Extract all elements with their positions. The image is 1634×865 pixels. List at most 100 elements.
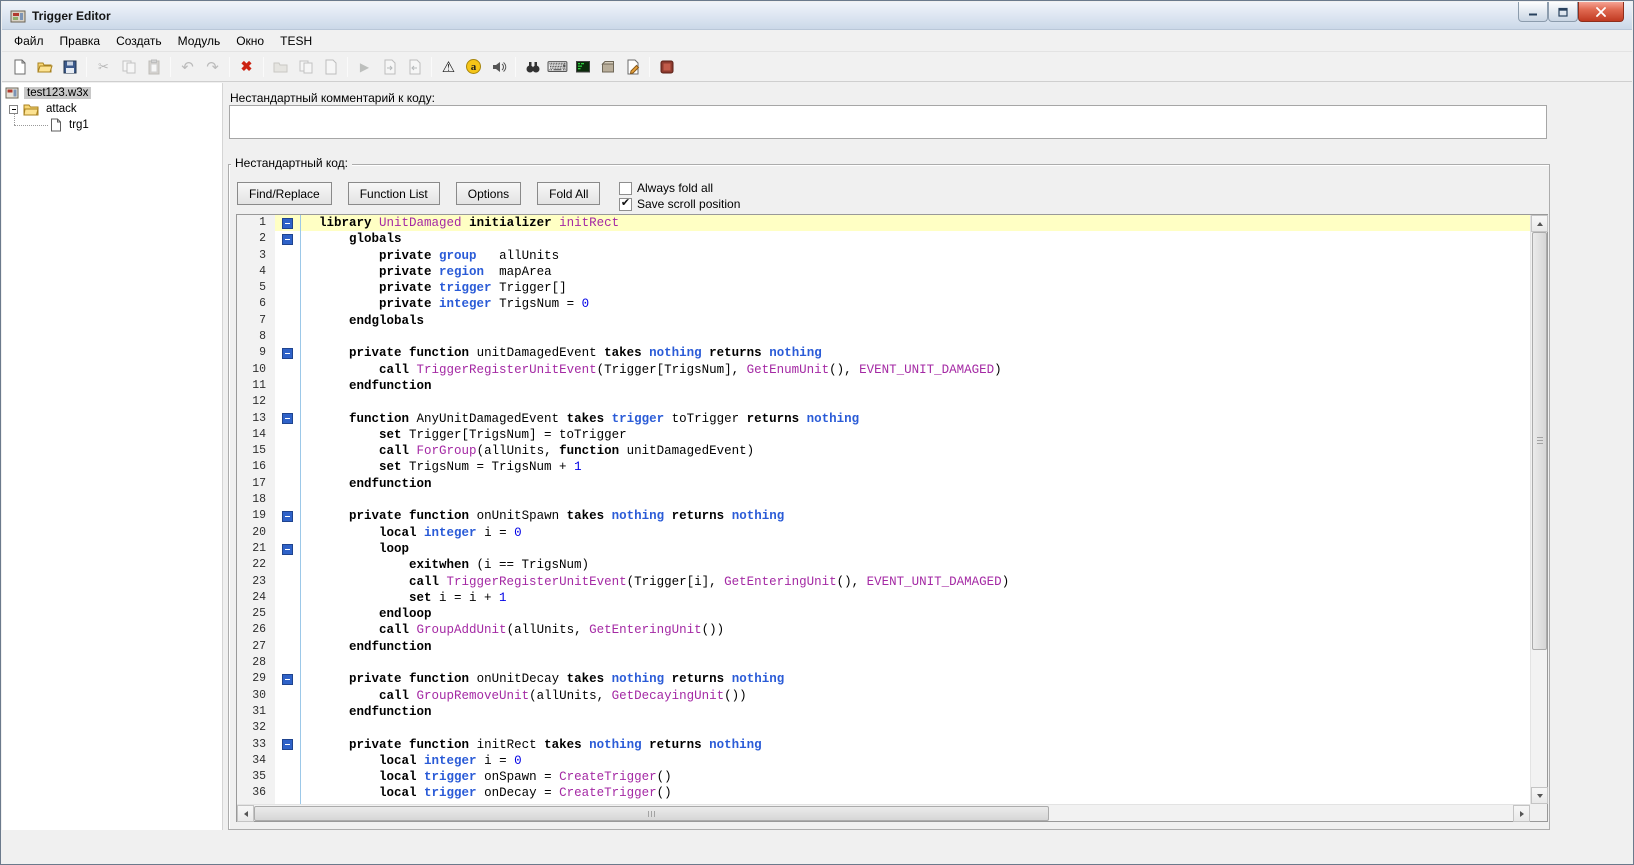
code-line[interactable]: 10 call TriggerRegisterUnitEvent(Trigger… [237,362,1530,378]
fold-collapse-icon[interactable] [282,674,293,685]
cut-button[interactable]: ✂ [91,54,116,79]
tree-item-test123[interactable]: test123.w3x [2,85,222,101]
code-viewport[interactable]: 1library UnitDamaged initializer initRec… [237,215,1530,804]
menu-create[interactable]: Создать [108,30,170,51]
checked-checkbox-icon[interactable]: ✔ [619,198,632,211]
code-line[interactable]: 22 exitwhen (i == TrigsNum) [237,557,1530,573]
menu-window[interactable]: Окно [228,30,272,51]
code-line[interactable]: 18 [237,492,1530,508]
package-tool-button[interactable] [595,54,620,79]
code-line[interactable]: 16 set TrigsNum = TrigsNum + 1 [237,459,1530,475]
code-line[interactable]: 29 private function onUnitDecay takes no… [237,671,1530,687]
code-line[interactable]: 1library UnitDamaged initializer initRec… [237,215,1530,231]
maximize-button[interactable] [1548,2,1578,22]
code-line[interactable]: 25 endloop [237,606,1530,622]
fold-collapse-icon[interactable] [282,218,293,229]
code-line[interactable]: 36 local trigger onDecay = CreateTrigger… [237,785,1530,801]
code-line[interactable]: 28 [237,655,1530,671]
autocomplete-button[interactable]: a [461,54,486,79]
save-scroll-position-checkbox[interactable]: ✔Save scroll position [619,196,740,212]
code-line[interactable]: 9 private function unitDamagedEvent take… [237,345,1530,361]
undo-button[interactable]: ↶ [175,54,200,79]
code-line[interactable]: 20 local integer i = 0 [237,525,1530,541]
hotkeys-button[interactable]: ⌨ [545,54,570,79]
code-line[interactable]: 11 endfunction [237,378,1530,394]
export-script-button[interactable] [377,54,402,79]
code-line[interactable]: 5 private trigger Trigger[] [237,280,1530,296]
code-line[interactable]: 17 endfunction [237,476,1530,492]
code-line[interactable]: 6 private integer TrigsNum = 0 [237,296,1530,312]
code-line[interactable]: 34 local integer i = 0 [237,753,1530,769]
code-line[interactable]: 12 [237,394,1530,410]
close-button[interactable] [1578,2,1624,22]
code-line[interactable]: 31 endfunction [237,704,1530,720]
code-line[interactable]: 23 call TriggerRegisterUnitEvent(Trigger… [237,574,1530,590]
new-trigger-button[interactable] [293,54,318,79]
code-line[interactable]: 30 call GroupRemoveUnit(allUnits, GetDec… [237,688,1530,704]
options-button[interactable]: Options [456,182,521,205]
scroll-up-button[interactable] [1531,215,1548,232]
line-number: 4 [237,264,275,280]
scroll-right-button[interactable] [1513,805,1530,822]
code-line[interactable]: 33 private function initRect takes nothi… [237,737,1530,753]
menu-file[interactable]: Файл [6,30,52,51]
code-line[interactable]: 3 private group allUnits [237,248,1530,264]
tree-item-attack[interactable]: attack [2,101,222,117]
fold-collapse-icon[interactable] [282,544,293,555]
fold-collapse-icon[interactable] [282,511,293,522]
new-category-button[interactable] [268,54,293,79]
code-editor[interactable]: 1library UnitDamaged initializer initRec… [236,214,1548,822]
delete-button[interactable]: ✖ [234,54,259,79]
fold-collapse-icon[interactable] [282,413,293,424]
syntax-check-button[interactable]: ⚠ [436,54,461,79]
code-line[interactable]: 24 set i = i + 1 [237,590,1530,606]
import-script-button[interactable] [402,54,427,79]
edit-page-button[interactable] [620,54,645,79]
minimize-button[interactable] [1518,2,1548,22]
fold-all-button[interactable]: Fold All [537,182,600,205]
code-line[interactable]: 14 set Trigger[TrigsNum] = toTrigger [237,427,1530,443]
horizontal-scroll-thumb[interactable] [254,806,1049,821]
fold-collapse-icon[interactable] [282,234,293,245]
vertical-scroll-thumb[interactable] [1532,232,1547,650]
find-tool-button[interactable] [520,54,545,79]
scroll-down-button[interactable] [1531,787,1548,804]
code-line[interactable]: 19 private function onUnitSpawn takes no… [237,508,1530,524]
vertical-scrollbar[interactable] [1530,215,1547,804]
paste-button[interactable] [141,54,166,79]
script-viewer-button[interactable] [570,54,595,79]
find-replace-button[interactable]: Find/Replace [237,182,332,205]
run-script-button[interactable]: ▶ [352,54,377,79]
menu-tesh[interactable]: TESH [272,30,320,51]
unchecked-checkbox-icon[interactable] [619,182,632,195]
new-comment-button[interactable] [318,54,343,79]
code-line[interactable]: 7 endglobals [237,313,1530,329]
code-line[interactable]: 32 [237,720,1530,736]
collapse-expander-icon[interactable] [9,105,18,114]
code-line[interactable]: 13 function AnyUnitDamagedEvent takes tr… [237,411,1530,427]
code-line[interactable]: 4 private region mapArea [237,264,1530,280]
redo-button[interactable]: ↷ [200,54,225,79]
open-file-button[interactable] [32,54,57,79]
code-line[interactable]: 21 loop [237,541,1530,557]
copy-button[interactable] [116,54,141,79]
menu-edit[interactable]: Правка [52,30,109,51]
fold-collapse-icon[interactable] [282,739,293,750]
code-line[interactable]: 35 local trigger onSpawn = CreateTrigger… [237,769,1530,785]
code-line[interactable]: 26 call GroupAddUnit(allUnits, GetEnteri… [237,622,1530,638]
always-fold-all-checkbox[interactable]: Always fold all [619,180,740,196]
fold-collapse-icon[interactable] [282,348,293,359]
horizontal-scrollbar[interactable] [237,804,1530,821]
menu-module[interactable]: Модуль [170,30,229,51]
code-line[interactable]: 2 globals [237,231,1530,247]
save-file-button[interactable] [57,54,82,79]
code-line[interactable]: 15 call ForGroup(allUnits, function unit… [237,443,1530,459]
new-document-button[interactable] [7,54,32,79]
scroll-left-button[interactable] [237,805,254,822]
sound-button[interactable] [486,54,511,79]
comment-input[interactable] [229,105,1547,139]
color-settings-button[interactable] [654,54,679,79]
function-list-button[interactable]: Function List [348,182,440,205]
code-line[interactable]: 27 endfunction [237,639,1530,655]
code-line[interactable]: 8 [237,329,1530,345]
